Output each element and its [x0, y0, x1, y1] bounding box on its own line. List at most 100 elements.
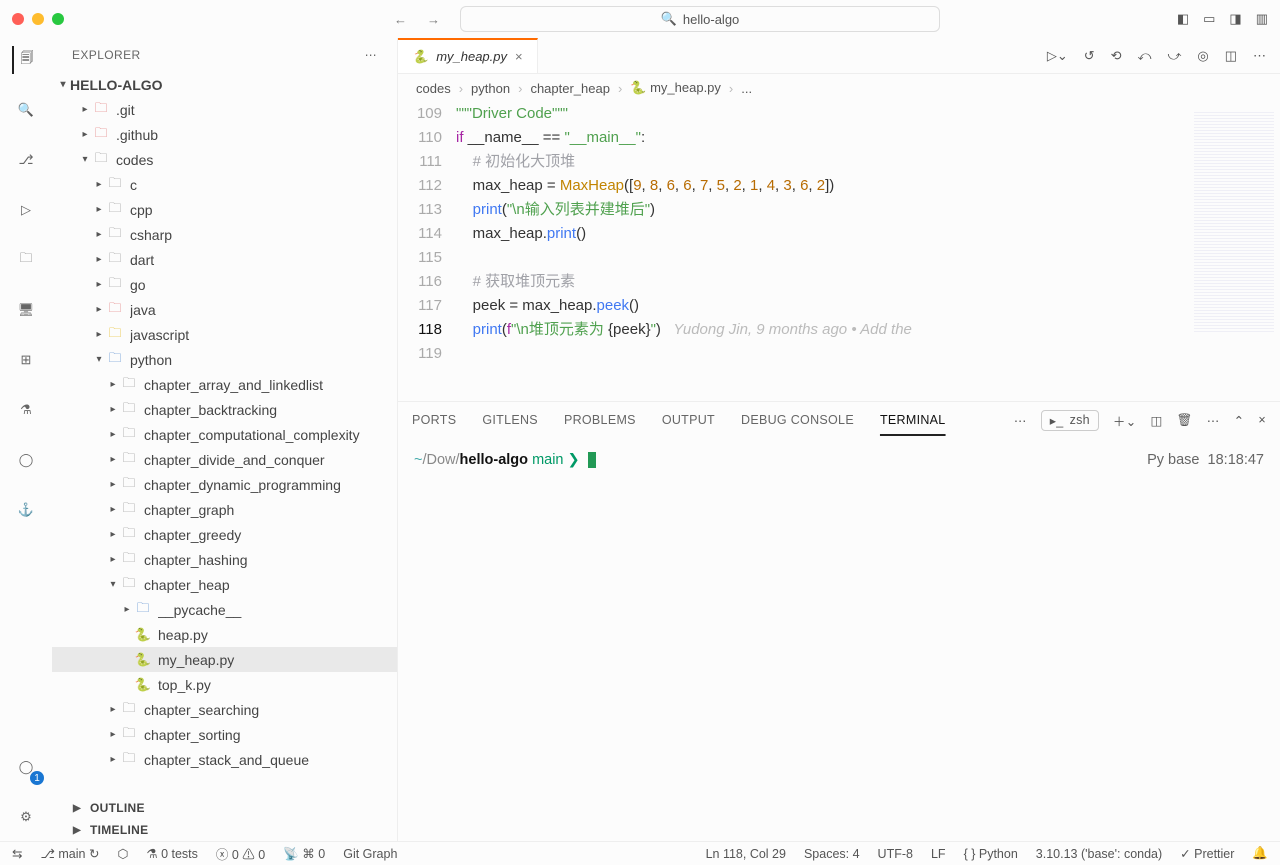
layout-customize-icon[interactable]: ▥	[1256, 11, 1268, 27]
tree-folder[interactable]: ▸🗀java	[52, 297, 397, 322]
gitlens-nav-prev-icon[interactable]: ⤺	[1138, 48, 1152, 64]
editor-tab[interactable]: 🐍 my_heap.py ×	[398, 38, 538, 73]
language-mode[interactable]: { } Python	[964, 847, 1018, 861]
minimap[interactable]	[1194, 112, 1274, 332]
tree-folder[interactable]: ▾🗀python	[52, 347, 397, 372]
command-center[interactable]: 🔍 hello-algo	[460, 6, 940, 32]
flask-icon[interactable]: ⚗	[12, 396, 40, 424]
panel-tab[interactable]: GITLENS	[482, 413, 538, 427]
github-icon[interactable]: ◯	[12, 446, 40, 474]
tree-folder[interactable]: ▸🗀chapter_graph	[52, 497, 397, 522]
indentation-status[interactable]: Spaces: 4	[804, 847, 860, 861]
breadcrumb-item[interactable]: chapter_heap	[530, 81, 610, 96]
tree-file[interactable]: 🐍top_k.py	[52, 672, 397, 697]
panel-tab[interactable]: DEBUG CONSOLE	[741, 413, 854, 427]
run-file-icon[interactable]: ▷⌄	[1047, 48, 1068, 64]
extensions-icon[interactable]: ⊞	[12, 346, 40, 374]
panel-tab[interactable]: OUTPUT	[662, 413, 715, 427]
encoding-status[interactable]: UTF-8	[878, 847, 913, 861]
new-terminal-icon[interactable]: ＋⌄	[1113, 411, 1137, 430]
nav-back-icon[interactable]: ←	[394, 12, 407, 27]
settings-gear-icon[interactable]: ⚙	[12, 803, 40, 831]
cloud-status[interactable]: ⬡	[117, 846, 128, 861]
close-panel-icon[interactable]: ×	[1258, 413, 1266, 427]
remote-explorer-icon[interactable]: 🗀	[12, 246, 40, 274]
panel-overflow-icon[interactable]: ⋯	[1207, 413, 1220, 428]
tab-close-icon[interactable]: ×	[515, 49, 523, 64]
ports-status[interactable]: 📡 ⌘ 0	[283, 846, 325, 862]
tree-folder[interactable]: ▾🗀codes	[52, 147, 397, 172]
terminal-profile-selector[interactable]: ▸_ zsh	[1041, 410, 1099, 431]
tree-folder[interactable]: ▸🗀.github	[52, 122, 397, 147]
tree-folder[interactable]: ▸🗀go	[52, 272, 397, 297]
timeline-icon[interactable]: ↺	[1084, 48, 1095, 64]
tree-folder[interactable]: ▸🗀c	[52, 172, 397, 197]
docker-icon[interactable]: ⚓	[12, 496, 40, 524]
breadcrumb-item[interactable]: python	[471, 81, 510, 96]
zoom-window[interactable]	[52, 13, 64, 25]
close-window[interactable]	[12, 13, 24, 25]
tree-folder[interactable]: ▸🗀chapter_divide_and_conquer	[52, 447, 397, 472]
breadcrumb-item[interactable]: codes	[416, 81, 451, 96]
tree-folder[interactable]: ▸🗀chapter_array_and_linkedlist	[52, 372, 397, 397]
tree-folder[interactable]: ▸🗀chapter_dynamic_programming	[52, 472, 397, 497]
minimize-window[interactable]	[32, 13, 44, 25]
tree-folder[interactable]: ▸🗀cpp	[52, 197, 397, 222]
outline-section[interactable]: ▶OUTLINE	[52, 797, 397, 819]
tree-folder[interactable]: ▸🗀chapter_hashing	[52, 547, 397, 572]
explorer-icon[interactable]: 🗐	[12, 46, 40, 74]
git-graph-status[interactable]: Git Graph	[343, 847, 397, 861]
tests-status[interactable]: ⚗ 0 tests	[146, 846, 198, 861]
editor-more-icon[interactable]: ⋯	[1253, 48, 1266, 64]
maximize-panel-icon[interactable]: ⌃	[1234, 413, 1245, 428]
layout-sidebar-right-icon[interactable]: ◨	[1229, 11, 1241, 27]
testing-icon[interactable]: 🖥	[12, 296, 40, 324]
tree-folder[interactable]: ▸🗀chapter_stack_and_queue	[52, 747, 397, 772]
split-terminal-icon[interactable]: ◫	[1151, 413, 1163, 428]
panel-more-icon[interactable]: ⋯	[1014, 413, 1027, 428]
nav-forward-icon[interactable]: →	[427, 12, 440, 27]
file-tree[interactable]: ▾HELLO-ALGO▸🗀.git▸🗀.github▾🗀codes▸🗀c▸🗀cp…	[52, 72, 397, 797]
python-interpreter[interactable]: 3.10.13 ('base': conda)	[1036, 847, 1162, 861]
cursor-position[interactable]: Ln 118, Col 29	[706, 847, 786, 861]
accounts-icon[interactable]: ◯ 1	[12, 753, 40, 781]
tree-folder[interactable]: ▸🗀chapter_computational_complexity	[52, 422, 397, 447]
terminal-body[interactable]: ~/Dow/hello-algo main ❯ Py base 18:18:47	[398, 438, 1280, 841]
tree-folder[interactable]: ▸🗀javascript	[52, 322, 397, 347]
search-icon[interactable]: 🔍	[12, 96, 40, 124]
panel-tab[interactable]: PORTS	[412, 413, 456, 427]
tree-folder[interactable]: ▸🗀.git	[52, 97, 397, 122]
tree-folder[interactable]: ▸🗀chapter_backtracking	[52, 397, 397, 422]
tree-folder[interactable]: ▸🗀__pycache__	[52, 597, 397, 622]
layout-sidebar-left-icon[interactable]: ◧	[1177, 11, 1189, 27]
tree-folder[interactable]: ▾🗀chapter_heap	[52, 572, 397, 597]
code-content[interactable]: """Driver Code"""if __name__ == "__main_…	[456, 102, 1194, 401]
tree-folder[interactable]: ▸🗀dart	[52, 247, 397, 272]
remote-indicator[interactable]: ⇆	[12, 846, 22, 861]
layout-panel-icon[interactable]: ▭	[1203, 11, 1215, 27]
tree-root[interactable]: ▾HELLO-ALGO	[52, 72, 397, 97]
tree-folder[interactable]: ▸🗀chapter_sorting	[52, 722, 397, 747]
notifications-icon[interactable]: 🔔	[1252, 846, 1268, 861]
problems-status[interactable]: ⓧ 0 ⚠ 0	[216, 844, 265, 863]
tree-folder[interactable]: ▸🗀chapter_greedy	[52, 522, 397, 547]
compass-icon[interactable]: ◎	[1197, 48, 1208, 64]
breadcrumbs[interactable]: codes›python›chapter_heap›🐍 my_heap.py›.…	[398, 74, 1280, 102]
timeline-section[interactable]: ▶TIMELINE	[52, 819, 397, 841]
source-control-icon[interactable]: ⎇	[12, 146, 40, 174]
tree-folder[interactable]: ▸🗀chapter_searching	[52, 697, 397, 722]
panel-tab[interactable]: TERMINAL	[880, 413, 946, 427]
breadcrumb-item[interactable]: ...	[741, 81, 752, 96]
run-debug-icon[interactable]: ▷	[12, 196, 40, 224]
tree-file[interactable]: 🐍heap.py	[52, 622, 397, 647]
gitlens-nav-next-icon[interactable]: ⤻	[1167, 48, 1181, 64]
tree-folder[interactable]: ▸🗀csharp	[52, 222, 397, 247]
sidebar-more-icon[interactable]: ⋯	[365, 48, 377, 62]
panel-tab[interactable]: PROBLEMS	[564, 413, 636, 427]
tree-file[interactable]: 🐍my_heap.py	[52, 647, 397, 672]
eol-status[interactable]: LF	[931, 847, 946, 861]
kill-terminal-icon[interactable]: 🗑	[1177, 413, 1193, 428]
prettier-status[interactable]: ✓ Prettier	[1180, 846, 1234, 861]
code-editor[interactable]: 109110111112113114115116117118119 """Dri…	[398, 102, 1280, 401]
breadcrumb-item[interactable]: 🐍 my_heap.py	[630, 80, 721, 96]
